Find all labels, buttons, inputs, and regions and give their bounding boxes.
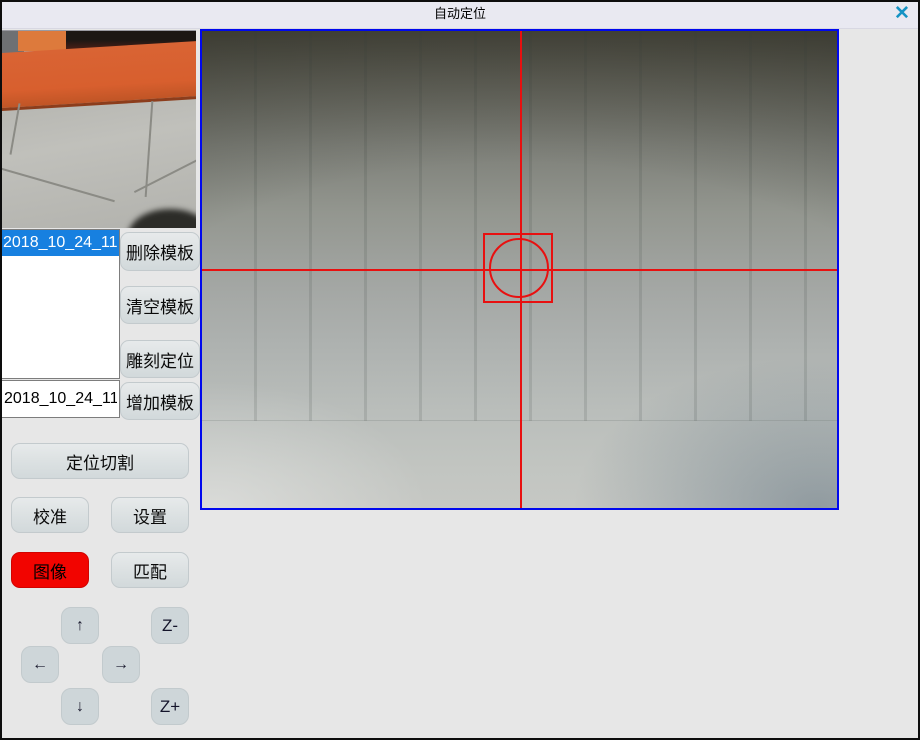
position-cut-button[interactable]: 定位切割 bbox=[11, 443, 189, 479]
template-list[interactable]: 2018_10_24_11 bbox=[1, 229, 120, 379]
page-title: 自动定位 bbox=[0, 0, 920, 28]
right-arrow-icon: → bbox=[113, 656, 129, 674]
delete-template-button[interactable]: 删除模板 bbox=[120, 232, 200, 271]
preview-dark-blob bbox=[128, 209, 196, 228]
clear-templates-button[interactable]: 清空模板 bbox=[120, 286, 200, 324]
auto-position-window: 自动定位 ✕ 2018_10_24_11 删除模板 清空模板 雕刻定位 增加模板… bbox=[0, 0, 920, 740]
preview-tile-line bbox=[2, 166, 115, 202]
close-icon[interactable]: ✕ bbox=[890, 2, 914, 26]
jog-up-button[interactable]: ↑ bbox=[61, 607, 99, 644]
preview-orange-beam bbox=[2, 41, 196, 112]
jog-z-minus-button[interactable]: Z- bbox=[151, 607, 189, 644]
template-preview-image bbox=[2, 30, 196, 228]
title-bar: 自动定位 ✕ bbox=[0, 0, 920, 29]
left-arrow-icon: ← bbox=[32, 656, 48, 674]
jog-z-plus-button[interactable]: Z+ bbox=[151, 688, 189, 725]
jog-left-button[interactable]: ← bbox=[21, 646, 59, 683]
add-template-button[interactable]: 增加模板 bbox=[120, 382, 200, 420]
camera-viewport bbox=[200, 29, 839, 510]
up-arrow-icon: ↑ bbox=[76, 617, 84, 635]
calibrate-button[interactable]: 校准 bbox=[11, 497, 89, 533]
template-list-item[interactable]: 2018_10_24_11 bbox=[2, 230, 119, 256]
preview-tile-line bbox=[134, 155, 196, 193]
preview-orange-block bbox=[18, 31, 68, 51]
jog-right-button[interactable]: → bbox=[102, 646, 140, 683]
settings-button[interactable]: 设置 bbox=[111, 497, 189, 533]
target-circle-overlay bbox=[489, 238, 549, 298]
template-name-input[interactable] bbox=[1, 380, 120, 418]
preview-tile-line bbox=[10, 103, 21, 155]
down-arrow-icon: ↓ bbox=[76, 698, 84, 716]
image-button[interactable]: 图像 bbox=[11, 552, 89, 588]
match-button[interactable]: 匹配 bbox=[111, 552, 189, 588]
jog-down-button[interactable]: ↓ bbox=[61, 688, 99, 725]
engrave-position-button[interactable]: 雕刻定位 bbox=[120, 340, 200, 378]
